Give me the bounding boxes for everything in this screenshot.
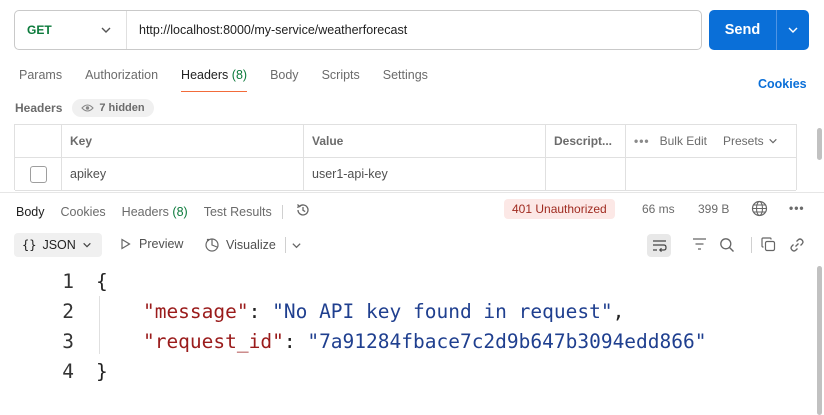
code-text: {: [96, 269, 108, 293]
tab-settings[interactable]: Settings: [383, 68, 428, 92]
response-tab-body[interactable]: Body: [16, 205, 45, 219]
hidden-headers-toggle[interactable]: 7 hidden: [72, 99, 154, 117]
braces-icon: {}: [22, 238, 37, 252]
headers-title: Headers: [15, 101, 63, 115]
tab-separator: [281, 204, 283, 219]
tab-headers[interactable]: Headers (8): [181, 68, 248, 92]
url-input[interactable]: http://localhost:8000/my-service/weather…: [127, 23, 407, 37]
presets-dropdown[interactable]: Presets: [723, 134, 778, 148]
pane-divider[interactable]: [0, 192, 824, 193]
header-key-cell[interactable]: apikey: [62, 158, 304, 190]
search-icon[interactable]: [719, 237, 735, 256]
line-number: 1: [62, 269, 74, 293]
toolbar-separator: [751, 237, 752, 253]
headers-section-header: Headers 7 hidden: [15, 99, 154, 117]
line-number: 4: [62, 359, 74, 383]
toolbar-separator: [285, 237, 286, 253]
table-row: apikey user1-api-key: [15, 158, 796, 191]
request-tabs: Params Authorization Headers (8) Body Sc…: [19, 68, 451, 92]
play-icon: [121, 238, 131, 250]
response-tab-test-results[interactable]: Test Results: [204, 205, 272, 219]
code-text: "message": "No API key found in request"…: [96, 299, 625, 323]
hidden-count: 7 hidden: [99, 102, 145, 114]
table-header-row: Key Value Descript... ••• Bulk Edit Pres…: [15, 125, 796, 158]
tab-body[interactable]: Body: [270, 68, 299, 92]
chevron-down-icon: [788, 27, 798, 33]
table-actions: ••• Bulk Edit Presets: [626, 125, 798, 157]
code-text: }: [96, 359, 108, 383]
response-scrollbar[interactable]: [817, 266, 822, 415]
visualize-icon: [205, 238, 219, 252]
header-description-cell[interactable]: [546, 158, 626, 190]
header-value-cell[interactable]: user1-api-key: [304, 158, 546, 190]
status-badge[interactable]: 401 Unauthorized: [504, 199, 615, 219]
chevron-down-icon: [768, 138, 777, 144]
wrap-lines-button[interactable]: [647, 234, 671, 257]
tab-scripts[interactable]: Scripts: [322, 68, 360, 92]
tab-authorization[interactable]: Authorization: [85, 68, 158, 92]
code-line: 3 "request_id": "7a91284fbace7c2d9b647b3…: [0, 326, 816, 356]
line-number: 3: [62, 329, 74, 353]
chevron-down-icon: [100, 24, 112, 39]
column-header-description: Descript...: [546, 125, 626, 157]
format-dropdown[interactable]: {} JSON: [14, 233, 102, 257]
filter-icon[interactable]: [692, 237, 707, 254]
chevron-down-icon[interactable]: [291, 239, 302, 254]
response-tabs: Body Cookies Headers (8) Test Results: [16, 202, 311, 221]
line-number: 2: [62, 299, 74, 323]
cookies-link[interactable]: Cookies: [758, 77, 807, 91]
wrap-icon: [652, 240, 667, 252]
more-horizontal-icon[interactable]: •••: [634, 134, 650, 148]
code-line: 1 {: [0, 266, 816, 296]
request-scrollbar[interactable]: [817, 128, 822, 160]
send-options-button[interactable]: [777, 10, 809, 50]
method-select[interactable]: GET: [15, 11, 127, 49]
globe-icon[interactable]: [751, 200, 768, 220]
code-line: 2 "message": "No API key found in reques…: [0, 296, 816, 326]
bulk-edit-button[interactable]: Bulk Edit: [660, 134, 707, 148]
history-icon[interactable]: [295, 202, 311, 221]
response-tab-cookies[interactable]: Cookies: [61, 205, 106, 219]
indent-guide: [99, 296, 100, 354]
row-checkbox-cell: [15, 158, 62, 190]
link-icon[interactable]: [789, 237, 805, 256]
eye-icon: [81, 104, 95, 112]
send-button-group: Send: [709, 10, 809, 50]
select-column-header: [15, 125, 62, 157]
response-tab-headers[interactable]: Headers (8): [122, 205, 188, 219]
tab-params[interactable]: Params: [19, 68, 62, 92]
response-time[interactable]: 66 ms: [642, 202, 675, 216]
code-line: 4 }: [0, 356, 816, 386]
request-url-bar: GET http://localhost:8000/my-service/wea…: [14, 10, 702, 50]
format-label: JSON: [42, 238, 76, 252]
copy-icon[interactable]: [761, 237, 776, 255]
headers-table: Key Value Descript... ••• Bulk Edit Pres…: [14, 124, 797, 191]
preview-button[interactable]: Preview: [120, 237, 183, 251]
visualize-button[interactable]: Visualize: [204, 237, 276, 253]
row-checkbox[interactable]: [29, 165, 47, 183]
send-button[interactable]: Send: [709, 10, 776, 50]
empty-action-cell: [626, 158, 798, 190]
method-label: GET: [27, 23, 52, 37]
column-header-key: Key: [62, 125, 304, 157]
chevron-down-icon: [83, 242, 91, 248]
code-text: "request_id": "7a91284fbace7c2d9b647b309…: [96, 329, 707, 353]
response-size[interactable]: 399 B: [698, 202, 729, 216]
more-horizontal-icon[interactable]: •••: [789, 201, 805, 215]
column-header-value: Value: [304, 125, 546, 157]
